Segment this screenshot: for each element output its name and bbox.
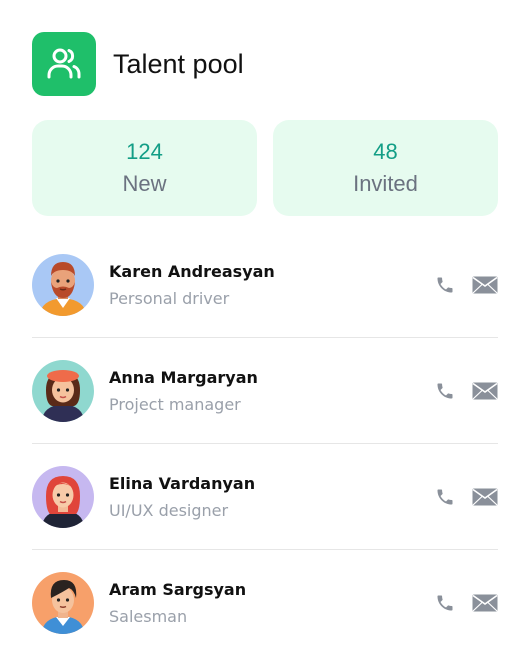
mail-icon[interactable] xyxy=(472,274,498,296)
mail-icon[interactable] xyxy=(472,380,498,402)
mail-icon[interactable] xyxy=(472,486,498,508)
avatar xyxy=(32,572,94,634)
stat-count: 124 xyxy=(126,139,163,164)
candidate-actions xyxy=(432,486,498,508)
phone-icon[interactable] xyxy=(432,592,458,614)
candidate-list: Karen Andreasyan Personal driver Anna Ma… xyxy=(32,232,498,656)
candidate-actions xyxy=(432,274,498,296)
candidate-row[interactable]: Aram Sargsyan Salesman xyxy=(32,550,498,656)
candidate-info: Aram Sargsyan Salesman xyxy=(109,580,246,626)
candidate-role: Project manager xyxy=(109,394,241,414)
stat-label: Invited xyxy=(353,171,418,196)
candidate-row[interactable]: Karen Andreasyan Personal driver xyxy=(32,232,498,338)
users-icon xyxy=(32,32,96,96)
candidate-actions xyxy=(432,380,498,402)
page-title: Talent pool xyxy=(113,48,244,79)
stat-card-invited[interactable]: 48 Invited xyxy=(273,120,498,216)
candidate-name: Karen Andreasyan xyxy=(109,261,275,281)
candidate-role: UI/UX designer xyxy=(109,500,229,520)
candidate-row[interactable]: Anna Margaryan Project manager xyxy=(32,338,498,444)
phone-icon[interactable] xyxy=(432,380,458,402)
candidate-role: Personal driver xyxy=(109,288,230,308)
candidate-row[interactable]: Elina Vardanyan UI/UX designer xyxy=(32,444,498,550)
candidate-info: Karen Andreasyan Personal driver xyxy=(109,262,275,308)
candidate-name: Anna Margaryan xyxy=(109,367,258,387)
avatar xyxy=(32,253,94,316)
candidate-info: Anna Margaryan Project manager xyxy=(109,368,258,414)
phone-icon[interactable] xyxy=(432,274,458,296)
stat-label: New xyxy=(122,171,167,196)
candidate-actions xyxy=(432,592,498,614)
mail-icon[interactable] xyxy=(472,592,498,614)
candidate-info: Elina Vardanyan UI/UX designer xyxy=(109,474,255,520)
candidate-name: Aram Sargsyan xyxy=(109,580,247,599)
candidate-role: Salesman xyxy=(109,607,188,626)
stat-card-new[interactable]: 124 New xyxy=(32,120,257,216)
candidate-name: Elina Vardanyan xyxy=(109,473,256,493)
stats-bar: 124 New 48 Invited xyxy=(32,120,498,216)
page-header: Talent pool xyxy=(32,32,244,96)
avatar xyxy=(32,359,94,422)
phone-icon[interactable] xyxy=(432,486,458,508)
avatar xyxy=(32,465,94,528)
stat-count: 48 xyxy=(373,139,398,164)
